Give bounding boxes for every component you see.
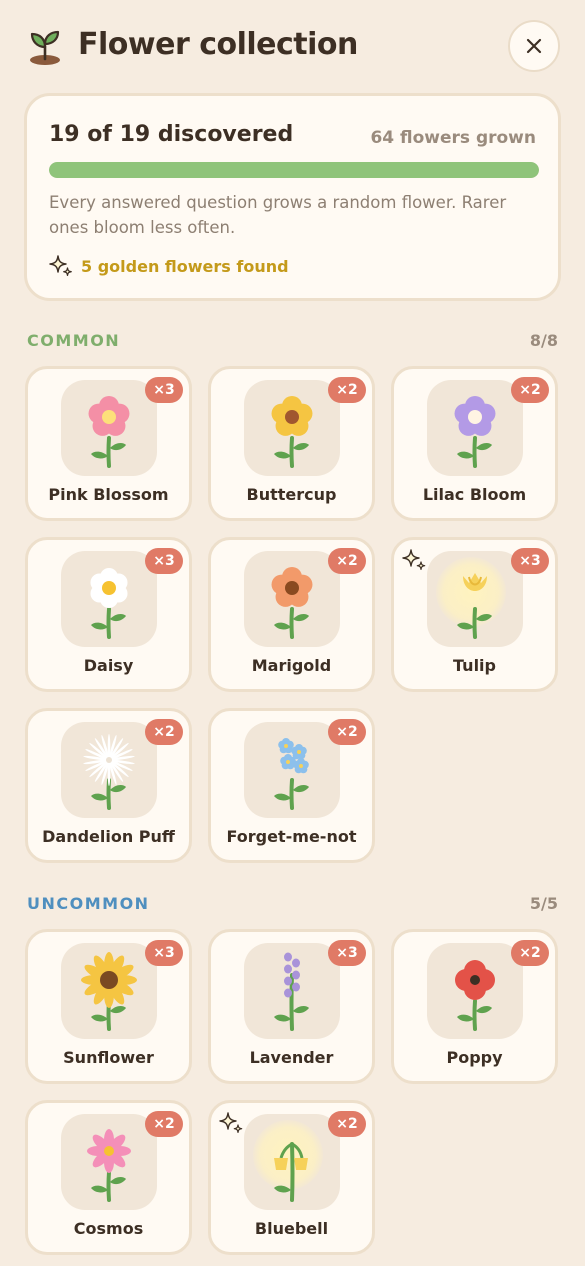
forget-me-not-icon [274, 738, 309, 810]
flower-name: Lilac Bloom [422, 485, 527, 504]
bluebell-icon [274, 1142, 308, 1202]
section-label-uncommon: UNCOMMON [27, 894, 150, 913]
count-badge: ×2 [145, 1111, 183, 1137]
flower-card[interactable]: ×2 Buttercup [208, 366, 375, 521]
buttercup-icon [271, 396, 313, 468]
golden-sparkle-icon [402, 549, 426, 570]
count-badge: ×2 [328, 1111, 366, 1137]
flower-name: Dandelion Puff [42, 827, 175, 846]
cosmos-icon [87, 1129, 131, 1202]
flower-name: Cosmos [73, 1219, 144, 1238]
summary-description: Every answered question grows a random f… [49, 193, 507, 237]
flower-card[interactable]: ×3 Sunflower [25, 929, 192, 1084]
flower-tile [244, 551, 340, 647]
flower-tile [244, 943, 340, 1039]
page-title: Flower collection [78, 27, 358, 62]
flower-name: Tulip [453, 656, 496, 675]
poppy-icon [455, 960, 495, 1031]
sparkle-icon [219, 1111, 245, 1137]
flower-card[interactable]: ×2 Lilac Bloom [391, 366, 558, 521]
sparkle-icon [49, 255, 72, 277]
count-badge: ×2 [328, 719, 366, 745]
flower-tile [61, 380, 157, 476]
pink-blossom-icon [88, 396, 130, 468]
flower-tile [61, 1114, 157, 1210]
flower-name: Pink Blossom [48, 485, 169, 504]
flower-card[interactable]: ×2 Marigold [208, 537, 375, 692]
flower-tile [244, 380, 340, 476]
flower-tile [61, 722, 157, 818]
golden-flowers-status: 5 golden flowers found [49, 254, 289, 278]
daisy-icon [90, 568, 128, 639]
flower-card[interactable]: ×3 Pink Blossom [25, 366, 192, 521]
flower-name: Poppy [446, 1048, 503, 1067]
count-badge: ×2 [511, 377, 549, 403]
section-label-common: COMMON [27, 331, 121, 350]
flower-name: Sunflower [63, 1048, 154, 1067]
flower-card[interactable]: ×2 Forget-me-not [208, 708, 375, 863]
discovered-count: 19 of 19 discovered [49, 122, 294, 147]
flower-tile [427, 380, 523, 476]
close-button[interactable] [508, 20, 560, 72]
count-badge: ×2 [328, 377, 366, 403]
flower-tile [244, 1114, 340, 1210]
golden-sparkle-icon [219, 1112, 243, 1133]
count-badge: ×2 [328, 548, 366, 574]
discovery-progress-bar [49, 162, 539, 178]
flower-name: Forget-me-not [226, 827, 357, 846]
summary-card: 19 of 19 discovered 64 flowers grown Eve… [24, 93, 561, 301]
flower-card[interactable]: ×2 Dandelion Puff [25, 708, 192, 863]
dandelion-puff-icon [83, 734, 135, 810]
header: Flower collection [0, 0, 585, 92]
count-badge: ×3 [145, 548, 183, 574]
close-icon [526, 38, 542, 54]
flower-name: Daisy [83, 656, 134, 675]
sparkle-icon [402, 548, 428, 574]
count-badge: ×2 [145, 719, 183, 745]
flower-card[interactable]: ×2 Poppy [391, 929, 558, 1084]
count-badge: ×3 [328, 940, 366, 966]
progress-fill [49, 162, 539, 178]
lavender-icon [274, 952, 309, 1031]
count-badge: ×3 [145, 940, 183, 966]
section-count-uncommon: 5/5 [529, 894, 558, 913]
flower-name: Buttercup [246, 485, 337, 504]
flowers-grown-count: 64 flowers grown [370, 128, 536, 148]
marigold-icon [271, 567, 313, 639]
flower-card[interactable]: ×2 Cosmos [25, 1100, 192, 1255]
flower-name: Bluebell [254, 1219, 329, 1238]
flower-tile [244, 722, 340, 818]
sunflower-icon [81, 952, 137, 1031]
flower-card[interactable]: ×3 Tulip [391, 537, 558, 692]
flower-tile [61, 551, 157, 647]
flower-name: Lavender [249, 1048, 334, 1067]
flower-tile [427, 551, 523, 647]
section-count-common: 8/8 [529, 331, 558, 350]
lilac-bloom-icon [454, 396, 496, 468]
tulip-icon [457, 573, 492, 639]
flower-tile [61, 943, 157, 1039]
flower-card[interactable]: ×3 Lavender [208, 929, 375, 1084]
count-badge: ×2 [511, 940, 549, 966]
flower-name: Marigold [251, 656, 332, 675]
flower-tile [427, 943, 523, 1039]
flower-card[interactable]: ×2 Bluebell [208, 1100, 375, 1255]
sprout-icon [30, 30, 60, 65]
count-badge: ×3 [145, 377, 183, 403]
golden-flowers-text: 5 golden flowers found [81, 256, 289, 276]
count-badge: ×3 [511, 548, 549, 574]
flower-card[interactable]: ×3 Daisy [25, 537, 192, 692]
